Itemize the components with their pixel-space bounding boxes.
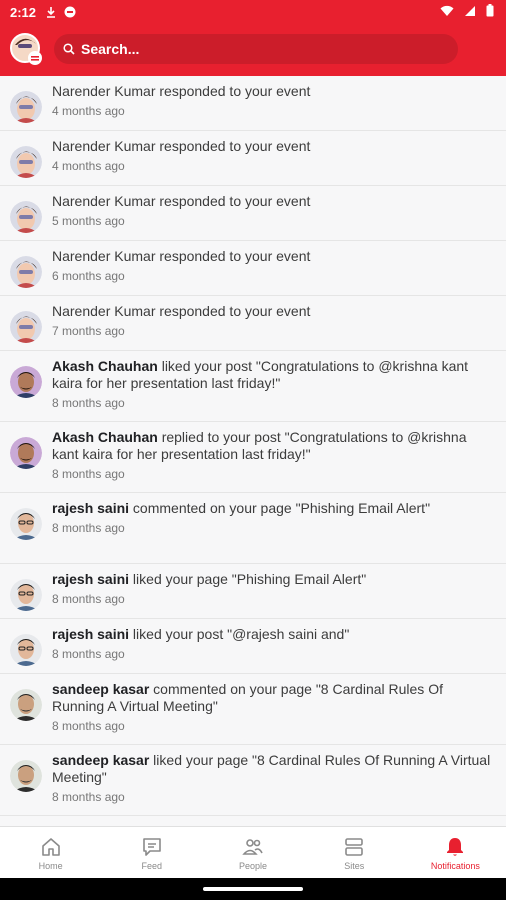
avatar (10, 508, 42, 540)
notification-time: 5 months ago (52, 214, 125, 228)
notification-text: Narender Kumar responded to your event (52, 193, 311, 209)
tab-label: Sites (344, 861, 365, 871)
tab-feed[interactable]: Feed (101, 827, 202, 879)
system-navigation-bar (0, 878, 506, 900)
avatar (10, 579, 42, 611)
notification-item[interactable]: Narender Kumar responded to your event 5 … (0, 186, 506, 241)
notification-message: Narender Kumar responded to your event (52, 303, 492, 320)
notification-text: Narender Kumar responded to your event (52, 83, 311, 99)
notification-message: rajesh saini liked your post "@rajesh sa… (52, 626, 492, 643)
search-icon (63, 43, 75, 55)
battery-icon (486, 4, 494, 20)
bell-icon (444, 835, 466, 859)
notification-time: 8 months ago (52, 521, 125, 535)
notification-time: 6 months ago (52, 269, 125, 283)
notification-text: liked your page "Phishing Email Alert" (129, 571, 367, 587)
notification-message: rajesh saini commented on your page "Phi… (52, 500, 492, 517)
notification-message: Narender Kumar responded to your event (52, 248, 492, 265)
notification-text: commented on your page "Phishing Email A… (129, 500, 431, 516)
notification-item[interactable]: sandeep kasar commented on your page "8 … (0, 674, 506, 745)
notification-message: sandeep kasar commented on your page "8 … (52, 681, 492, 715)
tab-home[interactable]: Home (0, 827, 101, 879)
search-bar[interactable] (54, 34, 458, 64)
tab-label: Home (38, 861, 63, 871)
notification-time: 8 months ago (52, 396, 125, 410)
avatar (10, 366, 42, 398)
home-gesture-handle[interactable] (203, 887, 303, 891)
notification-message: Narender Kumar responded to your event (52, 193, 492, 210)
avatar (10, 437, 42, 469)
notification-time: 8 months ago (52, 647, 125, 661)
profile-avatar[interactable] (10, 33, 42, 65)
notification-item[interactable]: rajesh saini commented on your page "Phi… (0, 493, 506, 564)
search-input[interactable] (81, 41, 421, 57)
notification-time: 7 months ago (52, 324, 125, 338)
notification-message: sandeep kasar liked your page "8 Cardina… (52, 752, 492, 786)
notification-time: 8 months ago (52, 719, 125, 733)
notification-time: 8 months ago (52, 592, 125, 606)
status-time: 2:12 (10, 4, 37, 20)
notification-item[interactable]: Akash Chauhan liked your post "Congratul… (0, 351, 506, 422)
notification-actor: Akash Chauhan (52, 429, 158, 445)
avatar (10, 760, 42, 792)
notification-item[interactable]: Narender Kumar responded to your event 4 … (0, 131, 506, 186)
notification-item[interactable]: Narender Kumar responded to your event 6 … (0, 241, 506, 296)
notification-message: Narender Kumar responded to your event (52, 138, 492, 155)
notification-item[interactable]: rajesh saini liked your post "@rajesh sa… (0, 619, 506, 674)
tab-notifications[interactable]: Notifications (405, 827, 506, 879)
avatar (10, 91, 42, 123)
sites-icon (343, 835, 365, 859)
notification-time: 4 months ago (52, 104, 125, 118)
notification-message: Akash Chauhan liked your post "Congratul… (52, 358, 492, 392)
notification-item[interactable]: sandeep kasar liked your page "8 Cardina… (0, 745, 506, 816)
tab-label: Notifications (430, 861, 480, 871)
feed-icon (141, 835, 163, 859)
avatar (10, 634, 42, 666)
home-icon (40, 835, 62, 859)
notification-item[interactable]: Akash Chauhan replied to your post "Cong… (0, 422, 506, 493)
wifi-icon (440, 5, 454, 20)
app-notification-icon (64, 6, 76, 18)
tab-people[interactable]: People (202, 827, 303, 879)
notification-actor: Akash Chauhan (52, 358, 158, 374)
notification-actor: rajesh saini (52, 571, 130, 587)
signal-icon (464, 5, 476, 20)
notification-item[interactable]: sandeep kasar mentioned you "What you th… (0, 816, 506, 826)
notification-text: Narender Kumar responded to your event (52, 303, 311, 319)
notification-actor: rajesh saini (52, 500, 130, 516)
status-bar: 2:12 (0, 0, 506, 24)
app-bar (0, 24, 506, 76)
notification-item[interactable]: Narender Kumar responded to your event 4 … (0, 76, 506, 131)
avatar (10, 201, 42, 233)
notification-actor: rajesh saini (52, 626, 130, 642)
avatar (10, 311, 42, 343)
tab-label: People (238, 861, 268, 871)
notification-text: liked your post "@rajesh saini and" (129, 626, 350, 642)
people-icon (242, 835, 264, 859)
avatar (10, 689, 42, 721)
tab-label: Feed (141, 861, 163, 871)
notification-text: Narender Kumar responded to your event (52, 248, 311, 264)
notification-item[interactable]: rajesh saini liked your page "Phishing E… (0, 564, 506, 619)
avatar (10, 256, 42, 288)
notification-message: rajesh saini liked your page "Phishing E… (52, 571, 492, 588)
avatar (10, 146, 42, 178)
notification-actor: sandeep kasar (52, 752, 150, 768)
notification-message: Narender Kumar responded to your event (52, 83, 492, 100)
tab-sites[interactable]: Sites (304, 827, 405, 879)
notification-time: 8 months ago (52, 467, 125, 481)
notification-time: 4 months ago (52, 159, 125, 173)
notification-text: Narender Kumar responded to your event (52, 138, 311, 154)
bottom-navigation: Home Feed People Sites Notifications (0, 826, 506, 879)
notification-item[interactable]: Narender Kumar responded to your event 7 … (0, 296, 506, 351)
download-icon (46, 6, 56, 18)
notification-list[interactable]: Narender Kumar responded to your event 4 … (0, 76, 506, 826)
notification-message: Akash Chauhan replied to your post "Cong… (52, 429, 492, 463)
notification-actor: sandeep kasar (52, 681, 150, 697)
notification-time: 8 months ago (52, 790, 125, 804)
